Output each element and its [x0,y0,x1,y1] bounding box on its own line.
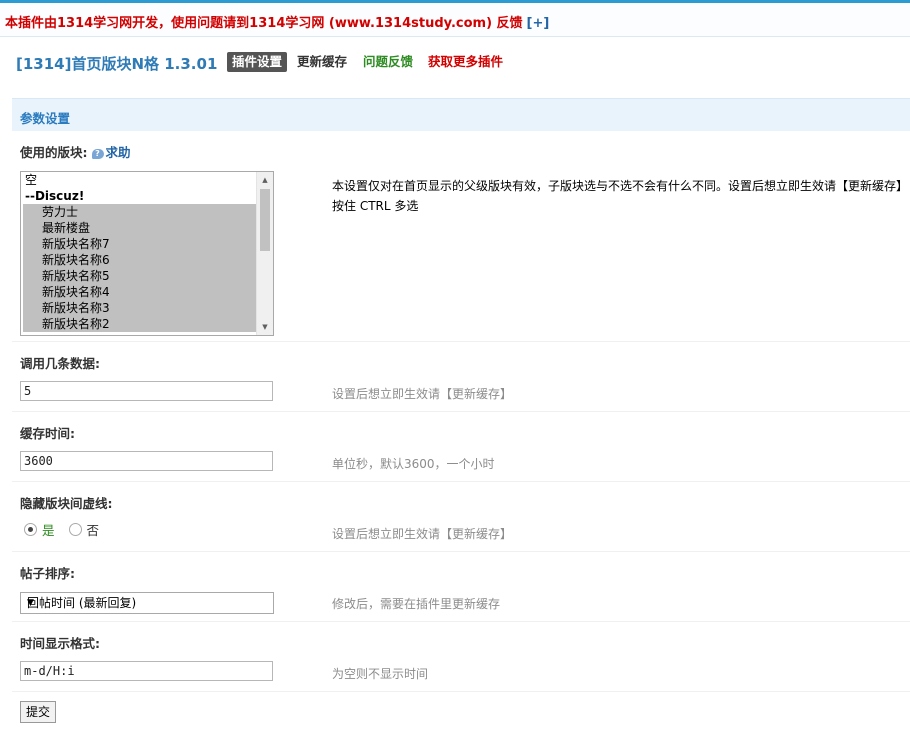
hide-lines-yes-radio[interactable] [24,523,37,536]
count-hint: 设置后想立即生效请【更新缓存】 [332,387,513,401]
cache-time-hint: 单位秒，默认3600，一个小时 [332,457,495,471]
hide-lines-no-label[interactable]: 否 [87,523,100,538]
notice-message: 本插件由1314学习网开发，使用问题请到1314学习网 (www.1314stu… [5,16,523,31]
section-header: 参数设置 [12,98,910,131]
forum-option[interactable]: 新版块名称3 [23,300,256,316]
time-format-label: 时间显示格式: [20,636,100,651]
row-divider [12,691,910,692]
forum-group-option[interactable]: --Discuz! [21,188,256,204]
cache-time-input[interactable]: 3600 [20,451,273,471]
scroll-up-arrow-icon[interactable]: ▲ [257,173,273,187]
listbox-scrollbar[interactable]: ▲ ▼ [256,172,273,335]
forums-options: 空 --Discuz! 劳力士 最新楼盘 新版块名称7 新版块名称6 新版块名称… [21,172,256,332]
hide-lines-radio-group: 是否 [24,520,99,539]
sort-hint: 修改后，需要在插件里更新缓存 [332,597,501,611]
forum-option[interactable]: 新版块名称6 [23,252,256,268]
forum-option[interactable]: 新版块名称2 [23,316,256,332]
count-label: 调用几条数据: [20,356,100,371]
plugin-notice-text: 本插件由1314学习网开发，使用问题请到1314学习网 (www.1314stu… [5,12,549,31]
forum-option[interactable]: 新版块名称5 [23,268,256,284]
forum-option[interactable]: 空 [21,172,256,188]
tab-get-more-plugins[interactable]: 获取更多插件 [428,52,503,72]
submit-button[interactable]: 提交 [20,701,56,723]
forums-description: 本设置仅对在首页显示的父级版块有效，子版块选与不选不会有什么不同。设置后想立即生… [332,179,909,213]
row-divider [12,621,910,622]
forums-label: 使用的版块:? 求助 [20,142,131,161]
tab-update-cache[interactable]: 更新缓存 [297,52,347,72]
hide-lines-hint: 设置后想立即生效请【更新缓存】 [332,527,513,541]
count-input[interactable]: 5 [20,381,273,401]
time-format-hint: 为空则不显示时间 [332,667,429,681]
help-bubble-icon[interactable]: ? [91,149,104,159]
row-divider [12,341,910,342]
hide-lines-yes-label[interactable]: 是 [42,523,55,538]
sort-select[interactable]: 回帖时间 (最新回复) ▼ [20,592,274,614]
notice-expand-toggle[interactable]: [+] [527,16,550,31]
row-divider [12,411,910,412]
row-divider [12,481,910,482]
forum-option[interactable]: 新版块名称7 [23,236,256,252]
cache-time-label: 缓存时间: [20,426,75,441]
hide-lines-no-radio[interactable] [68,523,82,536]
help-link[interactable]: 求助 [106,145,131,160]
forums-multiselect[interactable]: 空 --Discuz! 劳力士 最新楼盘 新版块名称7 新版块名称6 新版块名称… [20,171,274,336]
tab-feedback[interactable]: 问题反馈 [363,52,413,72]
plugin-title: [1314]首页版块N格 1.3.01 [16,55,218,73]
dropdown-arrow-icon[interactable]: ▼ [27,593,268,613]
scrollbar-thumb[interactable] [260,189,270,251]
sort-label: 帖子排序: [20,566,75,581]
forum-option[interactable]: 新版块名称4 [23,284,256,300]
tab-plugin-settings[interactable]: 插件设置 [227,52,287,72]
forum-option[interactable]: 最新楼盘 [23,220,256,236]
forums-label-text: 使用的版块: [20,145,88,160]
scroll-down-arrow-icon[interactable]: ▼ [257,320,273,334]
row-divider [12,551,910,552]
plugin-notice-bar: 本插件由1314学习网开发，使用问题请到1314学习网 (www.1314stu… [0,3,910,37]
hide-lines-label: 隐藏版块间虚线: [20,496,113,511]
time-format-input[interactable]: m-d/H:i [20,661,273,681]
forum-option[interactable]: 劳力士 [23,204,256,220]
section-title: 参数设置 [20,111,71,126]
